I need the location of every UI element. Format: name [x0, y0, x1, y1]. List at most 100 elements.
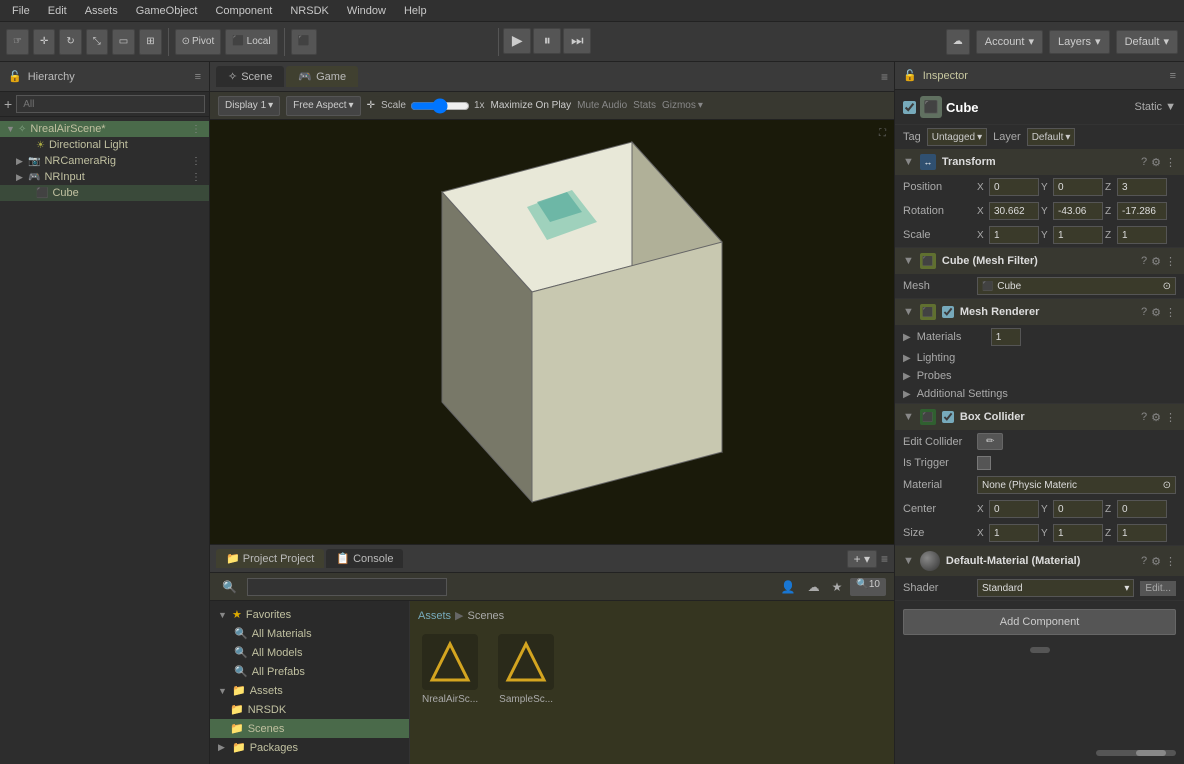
transform-menu-icon[interactable]: ⋮ — [1165, 156, 1176, 169]
tab-game[interactable]: 🎮 Game — [286, 66, 358, 87]
proj-all-prefabs[interactable]: 🔍 All Prefabs — [210, 662, 409, 681]
collider-material-value[interactable]: None (Physic Materic ⊙ — [977, 476, 1176, 494]
transform-header[interactable]: ▼ ↔ Transform ? ⚙ ⋮ — [895, 149, 1184, 175]
shader-edit-btn[interactable]: Edit... — [1140, 581, 1176, 596]
rot-z-input[interactable]: -17.286 — [1117, 202, 1167, 220]
hier-scene-menu[interactable]: ⋮ — [191, 124, 201, 135]
gizmos-dropdown[interactable]: Gizmos ▾ — [662, 100, 703, 111]
tag-dropdown[interactable]: Untagged ▾ — [927, 128, 987, 146]
aspect-dropdown[interactable]: Free Aspect ▾ — [286, 96, 360, 116]
project-search-input[interactable] — [247, 578, 447, 596]
asset-nrealair[interactable]: NrealAirSc... — [418, 630, 482, 709]
box-collider-settings-icon[interactable]: ⚙ — [1151, 411, 1161, 424]
maximize-on-play-btn[interactable]: Maximize On Play — [491, 100, 572, 111]
hier-item-input[interactable]: ▶ 🎮 NRInput ⋮ — [0, 169, 209, 185]
maximize-viewport-icon[interactable]: ⛶ — [879, 128, 886, 139]
asset-sample[interactable]: SampleSc... — [494, 630, 558, 709]
mesh-select-icon[interactable]: ⊙ — [1163, 281, 1171, 292]
mesh-filter-header[interactable]: ▼ ⬛ Cube (Mesh Filter) ? ⚙ ⋮ — [895, 248, 1184, 274]
proj-all-materials[interactable]: 🔍 All Materials — [210, 624, 409, 643]
collider-material-select-icon[interactable]: ⊙ — [1163, 480, 1171, 491]
hier-item-light[interactable]: ☀ Directional Light — [0, 137, 209, 153]
shader-value[interactable]: Standard ▾ — [977, 579, 1134, 597]
mesh-value[interactable]: ⬛ Cube ⊙ — [977, 277, 1176, 295]
object-static-label[interactable]: Static ▼ — [1135, 101, 1176, 113]
tab-scene[interactable]: ✧ Scene — [216, 66, 284, 87]
proj-scenes[interactable]: 📁 Scenes — [210, 719, 409, 738]
box-collider-menu-icon[interactable]: ⋮ — [1165, 411, 1176, 424]
pivot-btn[interactable]: ⊙ Pivot — [175, 29, 222, 55]
hand-tool[interactable]: ☞ — [6, 29, 29, 55]
pos-x-input[interactable]: 0 — [989, 178, 1039, 196]
tab-project[interactable]: 📁 Project Project — [216, 549, 324, 568]
is-trigger-checkbox[interactable] — [977, 456, 991, 470]
material-menu-icon[interactable]: ⋮ — [1165, 555, 1176, 568]
proj-nrsdk[interactable]: 📁 NRSDK — [210, 700, 409, 719]
material-header[interactable]: ▼ Default-Material (Material) ? ⚙ ⋮ — [895, 546, 1184, 576]
stats-btn[interactable]: Stats — [633, 100, 656, 111]
pause-button[interactable]: ⏸ — [533, 28, 561, 54]
services-btn[interactable]: ☁ — [946, 29, 970, 55]
mesh-filter-menu-icon[interactable]: ⋮ — [1165, 255, 1176, 268]
local-btn[interactable]: ⬛ Local — [225, 29, 277, 55]
sz-z-input[interactable]: 1 — [1117, 524, 1167, 542]
menu-edit[interactable]: Edit — [40, 3, 75, 19]
hier-input-menu[interactable]: ⋮ — [191, 172, 201, 183]
project-person-icon[interactable]: 👤 — [777, 578, 800, 596]
transform-tool[interactable]: ⊞ — [139, 29, 161, 55]
material-help-icon[interactable]: ? — [1141, 555, 1147, 568]
move-tool[interactable]: ✛ — [33, 29, 55, 55]
mesh-filter-help-icon[interactable]: ? — [1141, 255, 1147, 268]
inspector-lock-icon[interactable]: 🔓 — [903, 69, 917, 82]
edit-collider-btn[interactable]: ✏ — [977, 433, 1003, 450]
scl-y-input[interactable]: 1 — [1053, 226, 1103, 244]
rot-x-input[interactable]: 30.662 — [989, 202, 1039, 220]
project-menu-icon[interactable]: ≡ — [881, 552, 888, 566]
menu-gameobject[interactable]: GameObject — [128, 3, 206, 19]
collab-btn[interactable]: ⬛ — [291, 29, 317, 55]
ctr-z-input[interactable]: 0 — [1117, 500, 1167, 518]
step-button[interactable]: ⏭ — [563, 28, 591, 54]
menu-component[interactable]: Component — [207, 3, 280, 19]
rotate-tool[interactable]: ↻ — [59, 29, 81, 55]
display-dropdown[interactable]: Display 1 ▾ — [218, 96, 280, 116]
scene-menu-icon[interactable]: ≡ — [881, 70, 888, 84]
mesh-renderer-menu-icon[interactable]: ⋮ — [1165, 306, 1176, 319]
favorites-folder[interactable]: ▼ ★ Favorites — [210, 605, 409, 624]
project-cloud-icon[interactable]: ☁ — [804, 578, 824, 596]
breadcrumb-assets[interactable]: Assets — [418, 610, 451, 622]
probes-row[interactable]: ▶ Probes — [895, 367, 1184, 385]
layer-dropdown[interactable]: Default ▾ — [1027, 128, 1076, 146]
scale-slider-input[interactable] — [410, 100, 470, 112]
scene-viewport[interactable]: ⛶ — [210, 120, 894, 544]
assets-folder[interactable]: ▼ 📁 Assets — [210, 681, 409, 700]
hier-item-cube[interactable]: ⬛ Cube — [0, 185, 209, 201]
materials-row[interactable]: ▶ Materials 1 — [895, 325, 1184, 349]
rot-y-input[interactable]: -43.06 — [1053, 202, 1103, 220]
menu-help[interactable]: Help — [396, 3, 435, 19]
tab-console[interactable]: 📋 Console — [326, 549, 403, 568]
project-add-btn[interactable]: + ▾ — [847, 550, 877, 568]
rect-tool[interactable]: ▭ — [112, 29, 135, 55]
sz-x-input[interactable]: 1 — [989, 524, 1039, 542]
object-active-checkbox[interactable] — [903, 101, 916, 114]
hier-item-camera[interactable]: ▶ 📷 NRCameraRig ⋮ — [0, 153, 209, 169]
search-icon-btn[interactable]: 🔍 — [218, 578, 241, 596]
box-collider-enabled[interactable] — [942, 411, 954, 423]
play-button[interactable]: ▶ — [503, 28, 531, 54]
ctr-y-input[interactable]: 0 — [1053, 500, 1103, 518]
mesh-renderer-enabled[interactable] — [942, 306, 954, 318]
menu-window[interactable]: Window — [339, 3, 394, 19]
mesh-renderer-settings-icon[interactable]: ⚙ — [1151, 306, 1161, 319]
additional-settings-row[interactable]: ▶ Additional Settings — [895, 385, 1184, 403]
menu-nrsdk[interactable]: NRSDK — [282, 3, 337, 19]
transform-settings-icon[interactable]: ⚙ — [1151, 156, 1161, 169]
sz-y-input[interactable]: 1 — [1053, 524, 1103, 542]
menu-file[interactable]: File — [4, 3, 38, 19]
pos-y-input[interactable]: 0 — [1053, 178, 1103, 196]
hierarchy-add-icon[interactable]: + — [4, 96, 12, 112]
box-collider-help-icon[interactable]: ? — [1141, 411, 1147, 424]
hierarchy-lock-icon[interactable]: 🔓 — [8, 70, 22, 83]
box-collider-header[interactable]: ▼ ⬛ Box Collider ? ⚙ ⋮ — [895, 404, 1184, 430]
hier-camera-menu[interactable]: ⋮ — [191, 156, 201, 167]
